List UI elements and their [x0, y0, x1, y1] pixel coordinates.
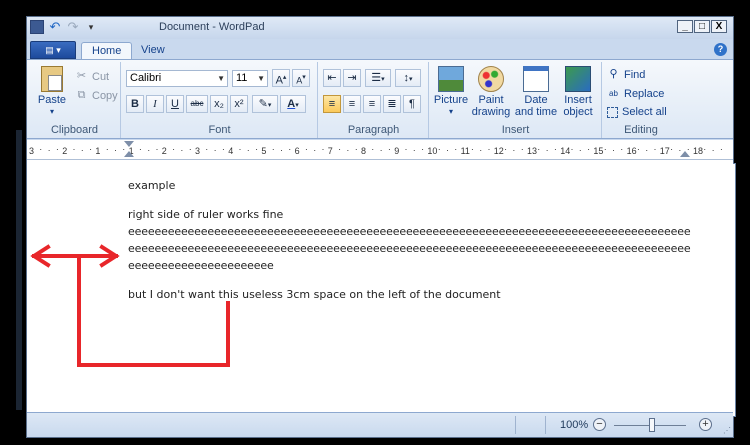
annotation-bracket-line	[77, 254, 230, 367]
annotation-overlay	[30, 244, 230, 367]
